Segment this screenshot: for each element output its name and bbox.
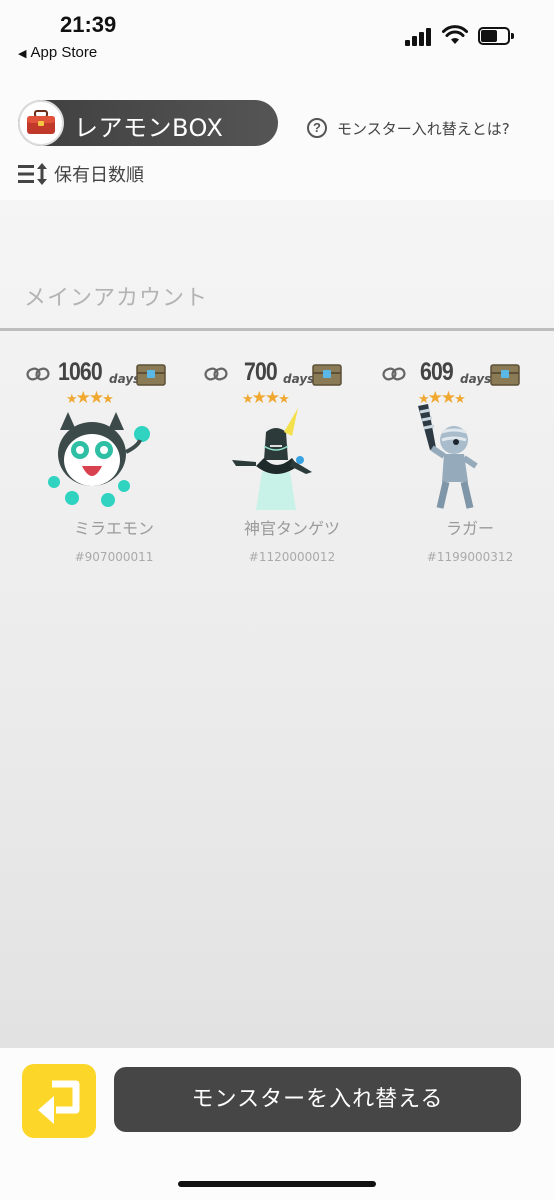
swap-monster-button[interactable]: モンスターを入れ替える [114,1067,521,1132]
account-section-title: メインアカウント [24,286,209,311]
section-divider [0,328,554,331]
rare-box-title: レアモンBOX [18,100,278,146]
monster-id: #907000011 [74,550,154,564]
chest-icon [312,364,342,386]
monster-lager-image [418,404,478,509]
home-indicator[interactable] [178,1181,376,1187]
back-to-app-store[interactable]: ◀ App Store [18,44,97,61]
cellular-signal-icon [405,26,435,46]
monster-mira-emon-image [48,412,150,507]
page-title: レアモンBOX [74,114,224,142]
status-bar: 21:39 ◀ App Store [0,0,554,70]
monster-id: #1120000012 [248,550,336,564]
days-count: 609 [420,358,454,386]
status-time: 21:39 [60,12,117,37]
chest-icon [490,364,520,386]
footer-bar: モンスターを入れ替える [0,1048,554,1200]
exit-button[interactable] [22,1064,96,1138]
days-count: 1060 [58,358,103,386]
days-count: 700 [244,358,278,386]
monster-name: ミラエモン [73,519,154,538]
header: レアモンBOX ? モンスター入れ替えとは? 保有日数順 [0,70,554,200]
wifi-icon [442,25,468,44]
monster-card[interactable]: 700 days ★★★★ 神官タンゲツ #1120000012 [204,358,380,570]
link-icon [382,367,406,381]
battery-icon [478,27,514,45]
monster-id: #1199000312 [426,550,514,564]
days-unit: days [283,372,315,386]
help-icon: ? [307,118,327,138]
monster-shinkan-tangetsu-image [232,408,312,510]
exit-icon [38,1080,80,1124]
monster-card[interactable]: 1060 days ★★★★ ミラエモン #907000011 [26,358,202,570]
link-icon [26,367,50,381]
toolbox-icon [18,100,64,146]
sort-label: 保有日数順 [54,165,144,186]
sort-icon [18,163,47,185]
monster-name: ラガー [445,519,494,538]
sort-selector[interactable]: 保有日数順 [18,162,144,186]
monster-card[interactable]: 609 days ★★★★ ラガー #1199000312 [382,358,554,570]
help-label: モンスター入れ替えとは? [337,119,510,138]
monster-name: 神官タンゲツ [243,519,340,538]
days-unit: days [460,372,492,386]
back-app-label: App Store [30,44,98,61]
monster-box-content: メインアカウント 1060 days ★★★★ ミラエモン #907000011… [0,200,554,1048]
chest-icon [136,364,166,386]
link-icon [204,367,228,381]
swap-help-link[interactable]: ? モンスター入れ替えとは? [307,116,510,140]
back-triangle-icon: ◀ [18,48,27,60]
